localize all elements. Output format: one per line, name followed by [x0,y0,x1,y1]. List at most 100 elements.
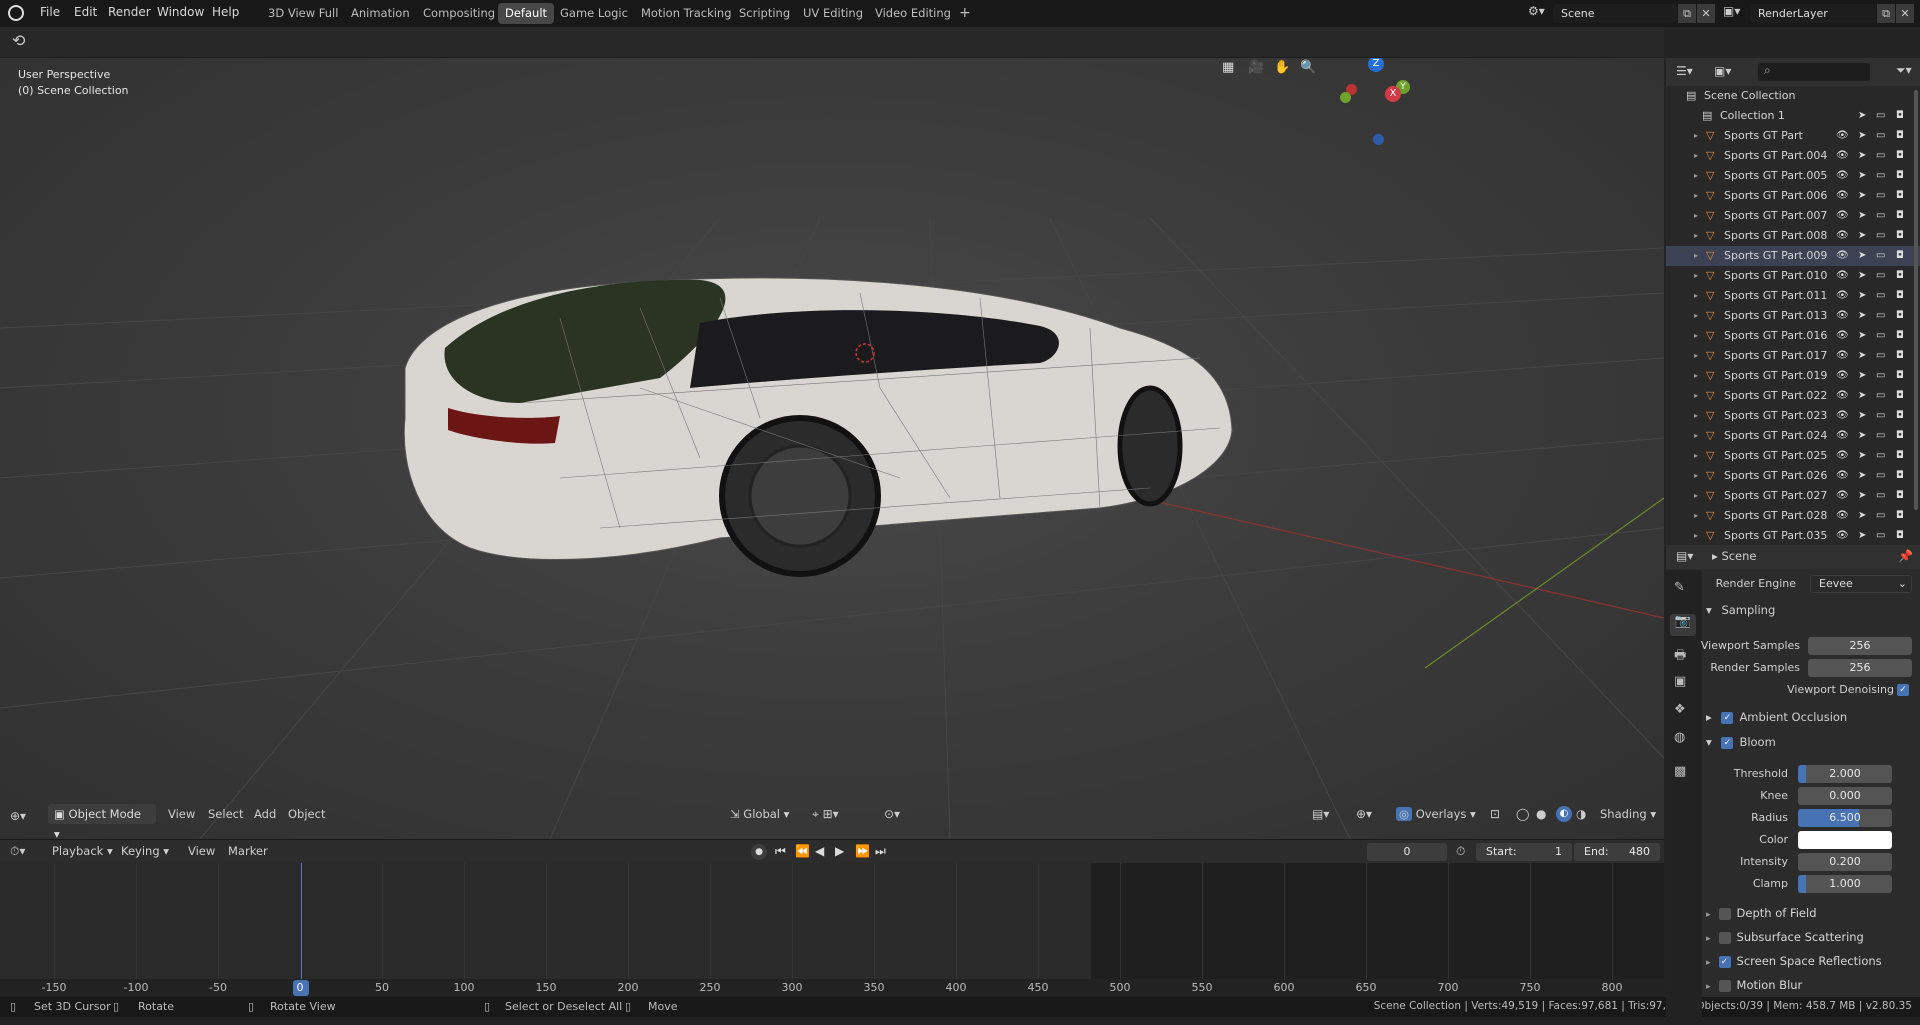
solid-shading-icon[interactable]: ● [1536,803,1546,825]
render-camera-icon[interactable]: ◘ [1896,166,1904,186]
selectable-arrow-icon[interactable]: ➤ [1858,386,1866,406]
tab-video-editing[interactable]: Video Editing [868,3,958,24]
outliner-object-row[interactable]: ▸ ▽ Sports GT Part.019 👁 ➤ ▭ ◘ [1666,366,1920,386]
play-reverse-icon[interactable]: ◀ [815,844,824,858]
eye-visibility-icon[interactable]: 👁 [1836,366,1849,386]
tab-3d-view-full[interactable]: 3D View Full [261,3,345,24]
viewport-display-icon[interactable]: ▭ [1876,126,1885,146]
expand-arrow-icon[interactable]: ▸ [1694,286,1698,306]
expand-arrow-icon[interactable]: ▸ [1694,486,1698,506]
filter-icon[interactable]: ⏷▾ [1896,63,1912,78]
viewport-display-icon[interactable]: ▭ [1876,366,1885,386]
selectable-arrow-icon[interactable]: ➤ [1858,366,1866,386]
eye-visibility-icon[interactable]: 👁 [1836,526,1849,546]
menu-file[interactable]: File [40,5,60,19]
expand-arrow-icon[interactable]: ▸ [1694,186,1698,206]
render-camera-icon[interactable]: ◘ [1896,206,1904,226]
expand-arrow-icon[interactable]: ▸ [1694,366,1698,386]
tab-output-icon[interactable]: 🖶 [1674,646,1686,668]
selectable-arrow-icon[interactable]: ➤ [1858,406,1866,426]
panel-motion-blur[interactable]: ▸ Motion Blur [1706,978,1802,992]
blender-logo-icon[interactable] [8,5,24,21]
outliner-editor-icon[interactable]: ☰▾ [1676,64,1693,78]
outliner-object-row[interactable]: ▸ ▽ Sports GT Part.004 👁 ➤ ▭ ◘ [1666,146,1920,166]
selectable-arrow-icon[interactable]: ➤ [1858,426,1866,446]
outliner-object-row[interactable]: ▸ ▽ Sports GT Part.025 👁 ➤ ▭ ◘ [1666,446,1920,466]
outliner-object-row[interactable]: ▸ ▽ Sports GT Part.026 👁 ➤ ▭ ◘ [1666,466,1920,486]
tab-animation[interactable]: Animation [344,3,417,24]
timeline-editor-icon[interactable]: ⏱▾ [10,844,25,859]
eye-visibility-icon[interactable]: 👁 [1836,226,1849,246]
timeline-menu-view[interactable]: View [188,844,215,858]
viewport-display-icon[interactable]: ▭ [1876,306,1885,326]
render-camera-icon[interactable]: ◘ [1896,246,1904,266]
expand-arrow-icon[interactable]: ▸ [1706,982,1711,992]
pan-hand-icon[interactable]: ✋ [1274,60,1294,80]
viewport-display-icon[interactable]: ▭ [1876,266,1885,286]
timeline-menu-keying[interactable]: Keying ▾ [121,844,169,858]
material-shading-icon[interactable]: ◐ [1556,806,1572,822]
selectable-arrow-icon[interactable]: ➤ [1858,286,1866,306]
selectable-arrow-icon[interactable]: ➤ [1858,166,1866,186]
panel-checkbox[interactable]: ✓ [1718,955,1731,968]
viewport-display-icon[interactable]: ▭ [1876,386,1885,406]
object-mode-dropdown[interactable]: ▣ Object Mode ▾ [48,804,156,839]
expand-arrow-icon[interactable]: ▸ [1694,466,1698,486]
viewport-menu-object[interactable]: Object [288,803,325,825]
new-layer-icon[interactable]: ⧉ [1877,4,1895,23]
menu-edit[interactable]: Edit [74,5,97,19]
wireframe-shading-icon[interactable]: ◯ [1516,803,1529,825]
render-camera-icon[interactable]: ◘ [1896,466,1904,486]
viewport-display-icon[interactable]: ▭ [1876,446,1885,466]
selectable-arrow-icon[interactable]: ➤ [1858,206,1866,226]
selectable-arrow-icon[interactable]: ➤ [1858,226,1866,246]
gizmo-neg-z[interactable] [1373,134,1384,145]
view-layer-icon[interactable]: ▣▾ [1723,4,1747,23]
rendered-shading-icon[interactable]: ◑ [1576,803,1586,825]
viewport-denoising-checkbox[interactable]: ✓ [1897,684,1909,696]
end-frame-field[interactable]: End: 480 [1574,843,1660,861]
expand-arrow-icon[interactable]: ▸ [1694,226,1698,246]
render-engine-dropdown[interactable]: Eevee ⌄ [1810,575,1912,593]
gizmo-z-axis[interactable]: Z [1368,58,1384,72]
outliner-object-row[interactable]: ▸ ▽ Sports GT Part.017 👁 ➤ ▭ ◘ [1666,346,1920,366]
viewport-menu-add[interactable]: Add [254,803,276,825]
new-scene-icon[interactable]: ⧉ [1678,4,1696,23]
delete-scene-icon[interactable]: ✕ [1697,4,1715,23]
viewport-display-icon[interactable]: ▭ [1876,226,1885,246]
expand-arrow-icon[interactable]: ▸ [1694,526,1698,546]
tab-render-icon[interactable]: 📷 [1670,614,1696,636]
menu-help[interactable]: Help [212,5,239,19]
tab-game-logic[interactable]: Game Logic [553,3,635,24]
bloom-panel[interactable]: ▾ ✓ Bloom [1706,735,1776,749]
render-camera-icon[interactable]: ◘ [1896,266,1904,286]
scene-name-field[interactable]: Scene [1553,4,1677,23]
expand-arrow-icon[interactable]: ▸ [1706,910,1711,920]
ambient-occlusion-checkbox[interactable]: ✓ [1721,711,1734,724]
selectable-arrow-icon[interactable]: ➤ [1858,446,1866,466]
pin-icon[interactable]: 📌 [1898,549,1913,563]
selectable-arrow-icon[interactable]: ➤ [1858,466,1866,486]
editor-type-icon[interactable]: ⊕▾ [10,805,26,827]
render-camera-icon[interactable]: ◘ [1896,346,1904,366]
bloom-clamp-field[interactable]: 1.000 [1798,875,1892,893]
start-frame-field[interactable]: Start: 1 [1476,843,1572,861]
render-camera-icon[interactable]: ◘ [1896,406,1904,426]
eye-visibility-icon[interactable]: 👁 [1836,466,1849,486]
expand-arrow-icon[interactable]: ▸ [1694,406,1698,426]
expand-arrow-icon[interactable]: ▸ [1694,166,1698,186]
navigation-gizmo[interactable]: Z Y X [1340,58,1418,145]
expand-arrow-icon[interactable]: ▸ [1694,206,1698,226]
viewport-display-icon[interactable]: ▭ [1876,186,1885,206]
camera-icon[interactable]: 🎥 [1248,60,1268,80]
xray-icon[interactable]: ⊡ [1490,803,1500,825]
gizmo-toggle-icon[interactable]: ⊕▾ [1356,803,1372,825]
viewport-menu-select[interactable]: Select [208,803,243,825]
render-camera-icon[interactable]: ◘ [1896,366,1904,386]
record-button-icon[interactable]: ● [751,844,767,860]
selectable-arrow-icon[interactable]: ➤ [1858,346,1866,366]
panel-checkbox[interactable] [1718,907,1731,920]
eye-visibility-icon[interactable]: 👁 [1836,506,1849,526]
panel-subsurface-scattering[interactable]: ▸ Subsurface Scattering [1706,930,1864,944]
render-camera-icon[interactable]: ◘ [1896,526,1904,546]
